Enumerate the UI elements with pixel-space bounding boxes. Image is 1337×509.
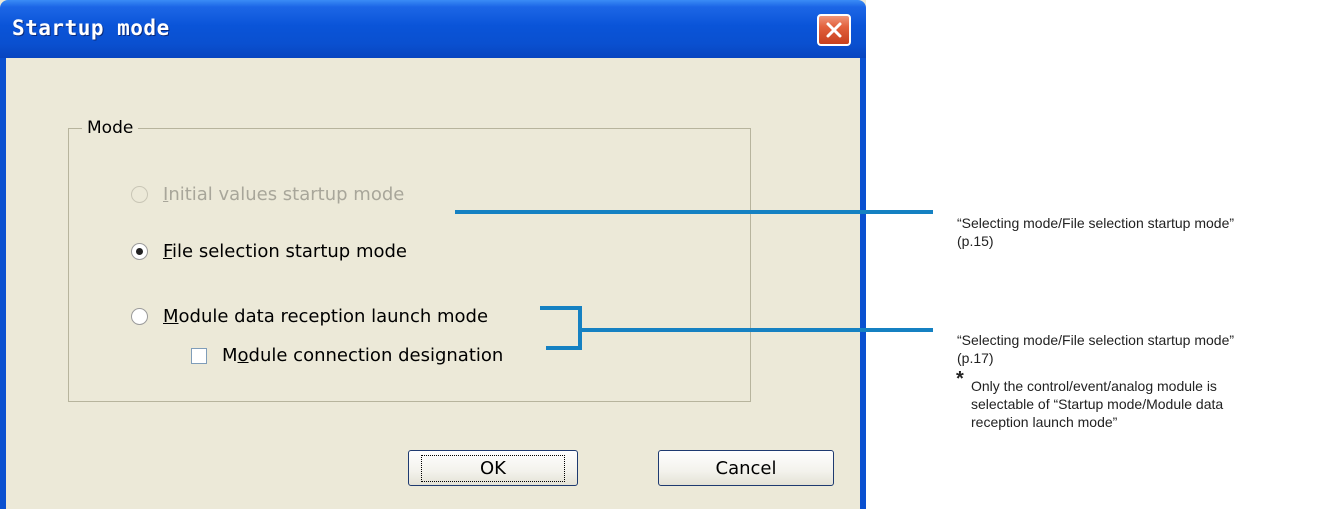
annotation-1-line2: (p.15): [957, 233, 994, 249]
footnote-asterisk: *: [956, 368, 964, 390]
annotation-2-line1: “Selecting mode/File selection startup m…: [957, 332, 1235, 348]
checkbox[interactable]: [191, 347, 207, 364]
footnote-line3: reception launch mode”: [971, 414, 1118, 430]
bracket-bottom: [546, 346, 582, 350]
checkbox-label: Module connection designation: [222, 345, 504, 366]
callout-line-2: [580, 328, 933, 332]
cancel-button-label: Cancel: [715, 457, 777, 479]
cancel-button[interactable]: Cancel: [658, 450, 834, 486]
close-button[interactable]: [817, 14, 851, 46]
radio-button[interactable]: [131, 186, 148, 203]
radio-file-selection-startup-mode[interactable]: File selection startup mode: [131, 241, 407, 262]
window-frame-right: [860, 58, 866, 509]
annotation-2-line2: (p.17): [957, 350, 994, 366]
radio-button[interactable]: [131, 308, 148, 325]
startup-mode-dialog: Startup mode Mode Initial values startup…: [0, 0, 866, 509]
checkbox-module-connection-designation[interactable]: Module connection designation: [191, 345, 503, 366]
radio-button[interactable]: [131, 243, 148, 260]
radio-label: Module data reception launch mode: [163, 306, 489, 327]
ok-button-label: OK: [421, 454, 565, 482]
dialog-title: Startup mode: [12, 16, 170, 40]
close-icon: [826, 22, 842, 38]
annotation-2: “Selecting mode/File selection startup m…: [957, 331, 1234, 367]
mode-group-label: Mode: [82, 118, 139, 138]
annotation-1: “Selecting mode/File selection startup m…: [957, 214, 1234, 250]
radio-label: Initial values startup mode: [163, 184, 405, 205]
ok-button[interactable]: OK: [408, 450, 578, 486]
window-frame-left: [0, 58, 6, 509]
radio-module-data-reception-launch-mode[interactable]: Module data reception launch mode: [131, 306, 488, 327]
title-bar[interactable]: Startup mode: [0, 0, 866, 58]
footnote-line2: selectable of “Startup mode/Module data: [971, 396, 1224, 412]
callout-line-1: [455, 210, 933, 214]
bracket-top: [540, 306, 582, 310]
radio-initial-values-startup-mode[interactable]: Initial values startup mode: [131, 184, 404, 205]
footnote-line1: Only the control/event/analog module is: [971, 378, 1217, 394]
annotation-1-line1: “Selecting mode/File selection startup m…: [957, 215, 1235, 231]
radio-label: File selection startup mode: [163, 241, 407, 262]
footnote: Only the control/event/analog module is …: [971, 377, 1223, 431]
